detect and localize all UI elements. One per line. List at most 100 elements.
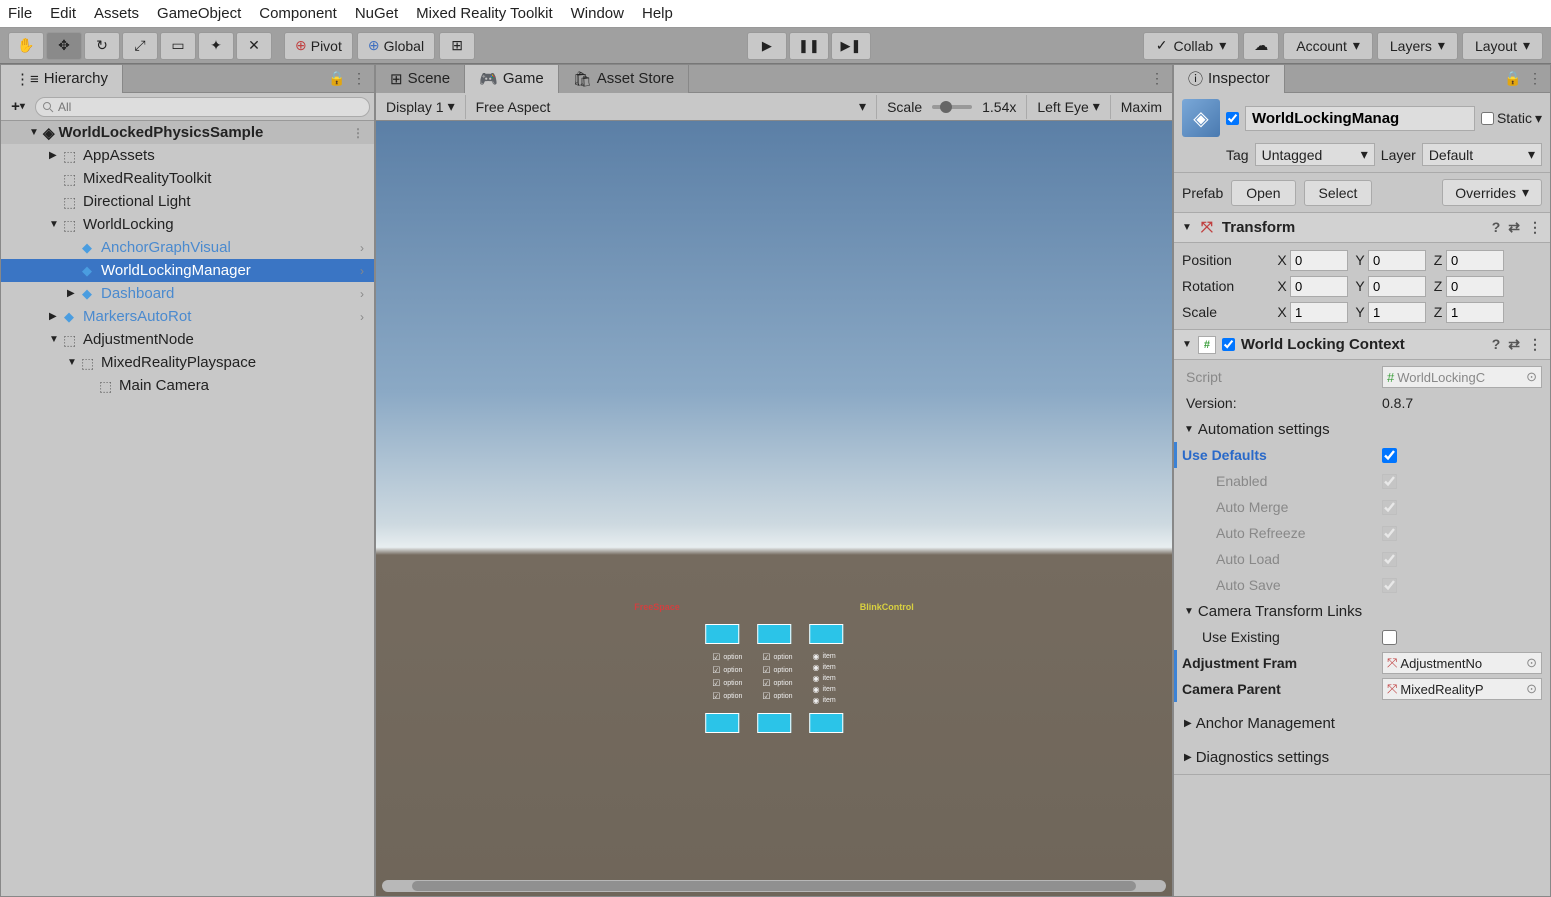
pos-x-input[interactable] [1290, 250, 1348, 271]
fold-icon[interactable]: ▼ [1182, 339, 1192, 350]
scene-row[interactable]: ▼◈WorldLockedPhysicsSample⋮ [1, 121, 374, 144]
menu-bar: File Edit Assets GameObject Component Nu… [0, 0, 1551, 28]
menu-icon[interactable]: ⋮ [1526, 70, 1544, 88]
menu-icon[interactable]: ⋮ [350, 70, 368, 88]
display-dropdown[interactable]: Display 1▾ [376, 95, 466, 119]
camera-links-section[interactable]: ▼Camera Transform Links [1182, 598, 1542, 624]
tree-item-main-camera[interactable]: Main Camera [1, 374, 374, 397]
unity-icon: ◈ [43, 124, 55, 142]
horizontal-scrollbar[interactable] [382, 880, 1166, 892]
scale-z-input[interactable] [1446, 302, 1504, 323]
menu-component[interactable]: Component [259, 5, 337, 22]
menu-icon[interactable]: ⋮ [1528, 219, 1542, 236]
scale-control[interactable]: Scale1.54x [877, 95, 1027, 119]
scale-y-input[interactable] [1368, 302, 1426, 323]
diagnostics-section[interactable]: ▶Diagnostics settings [1182, 744, 1542, 770]
hierarchy-tab[interactable]: ⋮≡Hierarchy [1, 65, 123, 93]
menu-icon[interactable]: ⋮ [1148, 70, 1166, 88]
gameobject-icon: ◈ [1182, 99, 1220, 137]
menu-file[interactable]: File [8, 5, 32, 22]
step-button[interactable]: ▶❚ [831, 32, 871, 60]
rect-tool[interactable]: ▭ [160, 32, 196, 60]
autorefreeze-checkbox [1382, 526, 1397, 541]
transform-tool[interactable]: ✦ [198, 32, 234, 60]
collab-dropdown[interactable]: ✓Collab▾ [1143, 32, 1239, 60]
help-icon[interactable]: ? [1492, 336, 1501, 353]
play-button[interactable]: ▶ [747, 32, 787, 60]
lock-icon[interactable]: 🔒 [328, 70, 346, 88]
rotate-tool[interactable]: ↻ [84, 32, 120, 60]
tree-item-adjustmentnode[interactable]: ▼AdjustmentNode [1, 328, 374, 351]
active-checkbox[interactable] [1226, 112, 1239, 125]
layer-label: Layer [1381, 147, 1416, 163]
use-defaults-checkbox[interactable] [1382, 448, 1397, 463]
menu-edit[interactable]: Edit [50, 5, 76, 22]
pause-button[interactable]: ❚❚ [789, 32, 829, 60]
aspect-dropdown[interactable]: Free Aspect▾ [466, 95, 877, 119]
rot-x-input[interactable] [1290, 276, 1348, 297]
rot-z-input[interactable] [1446, 276, 1504, 297]
lock-icon[interactable]: 🔒 [1504, 70, 1522, 88]
snap-toggle[interactable]: ⊞ [439, 32, 475, 60]
tree-item-markersautorot[interactable]: ▶MarkersAutoRot› [1, 305, 374, 328]
menu-assets[interactable]: Assets [94, 5, 139, 22]
move-tool[interactable]: ✥ [46, 32, 82, 60]
component-enabled-checkbox[interactable] [1222, 338, 1235, 351]
inspector-tab[interactable]: ⓘInspector [1174, 65, 1285, 93]
game-icon: 🎮 [479, 70, 498, 88]
tree-item-directional-light[interactable]: Directional Light [1, 190, 374, 213]
use-existing-checkbox[interactable] [1382, 630, 1397, 645]
prefab-select-button[interactable]: Select [1304, 180, 1373, 206]
menu-help[interactable]: Help [642, 5, 673, 22]
pos-y-input[interactable] [1368, 250, 1426, 271]
automation-section[interactable]: ▼Automation settings [1182, 416, 1542, 442]
layers-dropdown[interactable]: Layers▾ [1377, 32, 1458, 60]
account-dropdown[interactable]: Account▾ [1283, 32, 1373, 60]
tree-item-anchorgraphvisual[interactable]: AnchorGraphVisual› [1, 236, 374, 259]
hand-tool[interactable]: ✋ [8, 32, 44, 60]
camera-parent-field[interactable]: ⤧MixedRealityP⊙ [1382, 678, 1542, 700]
gameobject-name-input[interactable] [1245, 106, 1475, 131]
game-button [705, 713, 739, 733]
overrides-dropdown[interactable]: Overrides▾ [1442, 179, 1542, 206]
pivot-toggle[interactable]: ⊕Pivot [284, 32, 353, 60]
menu-window[interactable]: Window [571, 5, 624, 22]
static-checkbox[interactable] [1481, 112, 1494, 125]
menu-icon[interactable]: ⋮ [1528, 336, 1542, 353]
custom-tool[interactable]: ✕ [236, 32, 272, 60]
tree-item-appassets[interactable]: ▶AppAssets [1, 144, 374, 167]
hierarchy-search-input[interactable] [35, 97, 370, 117]
tag-dropdown[interactable]: Untagged▾ [1255, 143, 1375, 166]
tree-item-dashboard[interactable]: ▶Dashboard› [1, 282, 374, 305]
scale-x-input[interactable] [1290, 302, 1348, 323]
layout-dropdown[interactable]: Layout▾ [1462, 32, 1543, 60]
prefab-open-button[interactable]: Open [1231, 180, 1295, 206]
preset-icon[interactable]: ⇄ [1508, 336, 1520, 353]
scale-slider[interactable] [932, 105, 972, 109]
tree-item-worldlockingmanager[interactable]: WorldLockingManager› [1, 259, 374, 282]
layer-dropdown[interactable]: Default▾ [1422, 143, 1542, 166]
menu-gameobject[interactable]: GameObject [157, 5, 241, 22]
pos-z-input[interactable] [1446, 250, 1504, 271]
game-tab[interactable]: 🎮Game [465, 65, 559, 93]
assetstore-tab[interactable]: 🛍Asset Store [559, 65, 690, 93]
eye-dropdown[interactable]: Left Eye▾ [1027, 95, 1110, 119]
tree-item-mixedrealitytoolkit[interactable]: MixedRealityToolkit [1, 167, 374, 190]
rot-y-input[interactable] [1368, 276, 1426, 297]
menu-mrtk[interactable]: Mixed Reality Toolkit [416, 5, 552, 22]
tree-item-mixedrealityplayspace[interactable]: ▼MixedRealityPlayspace [1, 351, 374, 374]
adjustment-frame-field[interactable]: ⤧AdjustmentNo⊙ [1382, 652, 1542, 674]
maximize-toggle[interactable]: Maxim [1111, 95, 1172, 119]
create-dropdown[interactable]: +▾ [5, 96, 31, 118]
fold-icon[interactable]: ▼ [1182, 222, 1192, 233]
tree-item-worldlocking[interactable]: ▼WorldLocking [1, 213, 374, 236]
cloud-button[interactable]: ☁ [1243, 32, 1279, 60]
global-toggle[interactable]: ⊕Global [357, 32, 435, 60]
help-icon[interactable]: ? [1492, 219, 1501, 236]
version-value: 0.8.7 [1382, 395, 1542, 411]
anchor-management-section[interactable]: ▶Anchor Management [1182, 710, 1542, 736]
scale-tool[interactable]: ⤢ [122, 32, 158, 60]
menu-nuget[interactable]: NuGet [355, 5, 398, 22]
scene-tab[interactable]: ⊞Scene [376, 65, 465, 93]
preset-icon[interactable]: ⇄ [1508, 219, 1520, 236]
